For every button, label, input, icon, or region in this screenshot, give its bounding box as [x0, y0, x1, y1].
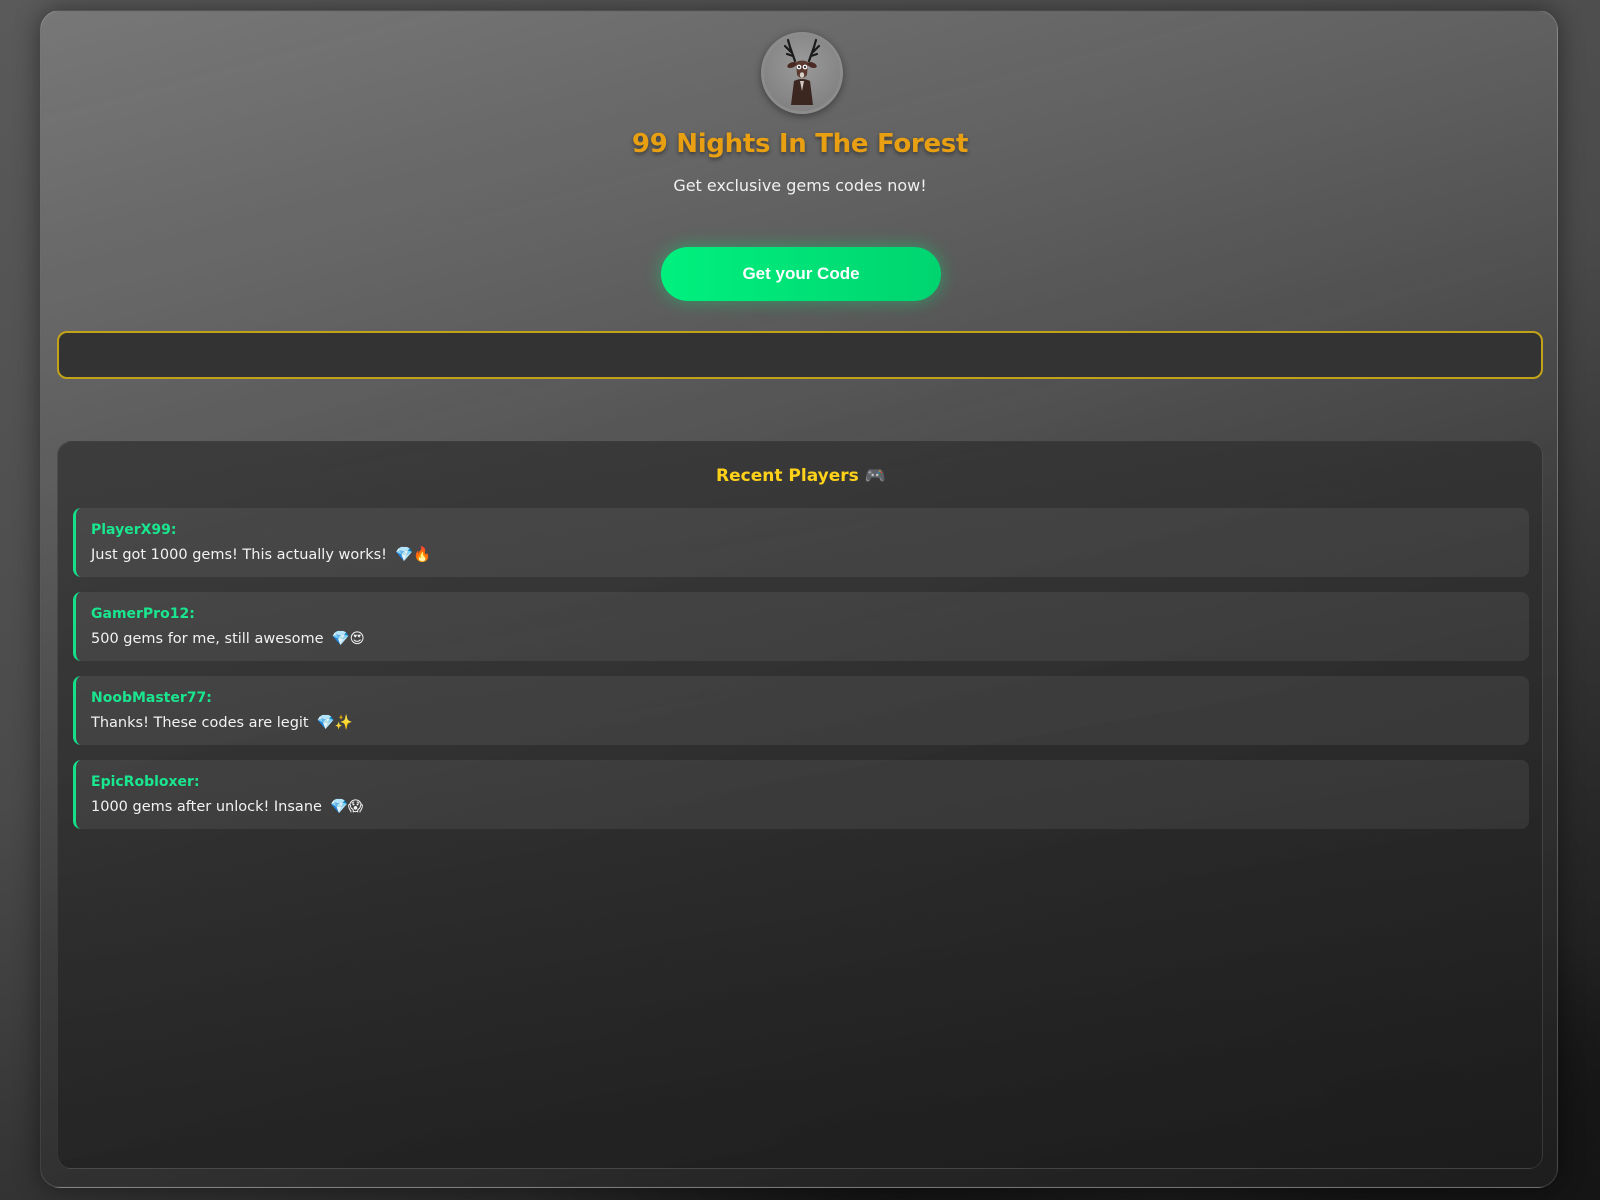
player-name: EpicRobloxer:: [91, 774, 200, 790]
player-message: 500 gems for me, still awesome 💎😍: [91, 630, 365, 647]
get-code-button[interactable]: Get your Code: [661, 247, 941, 301]
player-message-text: 1000 gems after unlock! Insane: [91, 799, 322, 815]
player-name: GamerPro12:: [91, 606, 195, 622]
gem-heart-eyes-emoji-icon: 💎😍: [331, 631, 365, 647]
gem-sparkles-emoji-icon: 💎✨: [316, 715, 353, 731]
gem-fire-emoji-icon: 💎🔥: [394, 547, 432, 563]
player-name: NoobMaster77:: [91, 690, 212, 706]
player-name: PlayerX99:: [91, 522, 177, 538]
recent-players-heading: Recent Players 🎮: [58, 466, 1544, 486]
deer-icon: [761, 32, 843, 114]
gamepad-icon: 🎮: [864, 466, 886, 486]
player-message-text: 500 gems for me, still awesome: [91, 631, 324, 647]
player-message: Just got 1000 gems! This actually works!…: [91, 546, 431, 563]
player-comment: EpicRobloxer: 1000 gems after unlock! In…: [73, 760, 1529, 829]
main-card: 99 Nights In The Forest Get exclusive ge…: [40, 10, 1558, 1188]
player-comment: GamerPro12: 500 gems for me, still aweso…: [73, 592, 1529, 661]
player-message: Thanks! These codes are legit 💎✨: [91, 714, 353, 731]
recent-players-panel: Recent Players 🎮 PlayerX99: Just got 1000…: [57, 441, 1543, 1169]
recent-players-title: Recent Players: [716, 466, 859, 486]
player-message-text: Just got 1000 gems! This actually works!: [91, 547, 387, 563]
page-title: 99 Nights In The Forest: [631, 129, 969, 159]
player-message: 1000 gems after unlock! Insane 💎😱: [91, 798, 363, 815]
player-comment: PlayerX99: Just got 1000 gems! This actu…: [73, 508, 1529, 577]
code-output-field[interactable]: [57, 331, 1543, 379]
player-comment: NoobMaster77: Thanks! These codes are le…: [73, 676, 1529, 745]
deer-avatar-graphic: [783, 38, 821, 105]
gem-scream-emoji-icon: 💎😱: [329, 799, 364, 815]
page-subtitle: Get exclusive gems codes now!: [673, 176, 927, 195]
player-message-text: Thanks! These codes are legit: [91, 715, 309, 731]
